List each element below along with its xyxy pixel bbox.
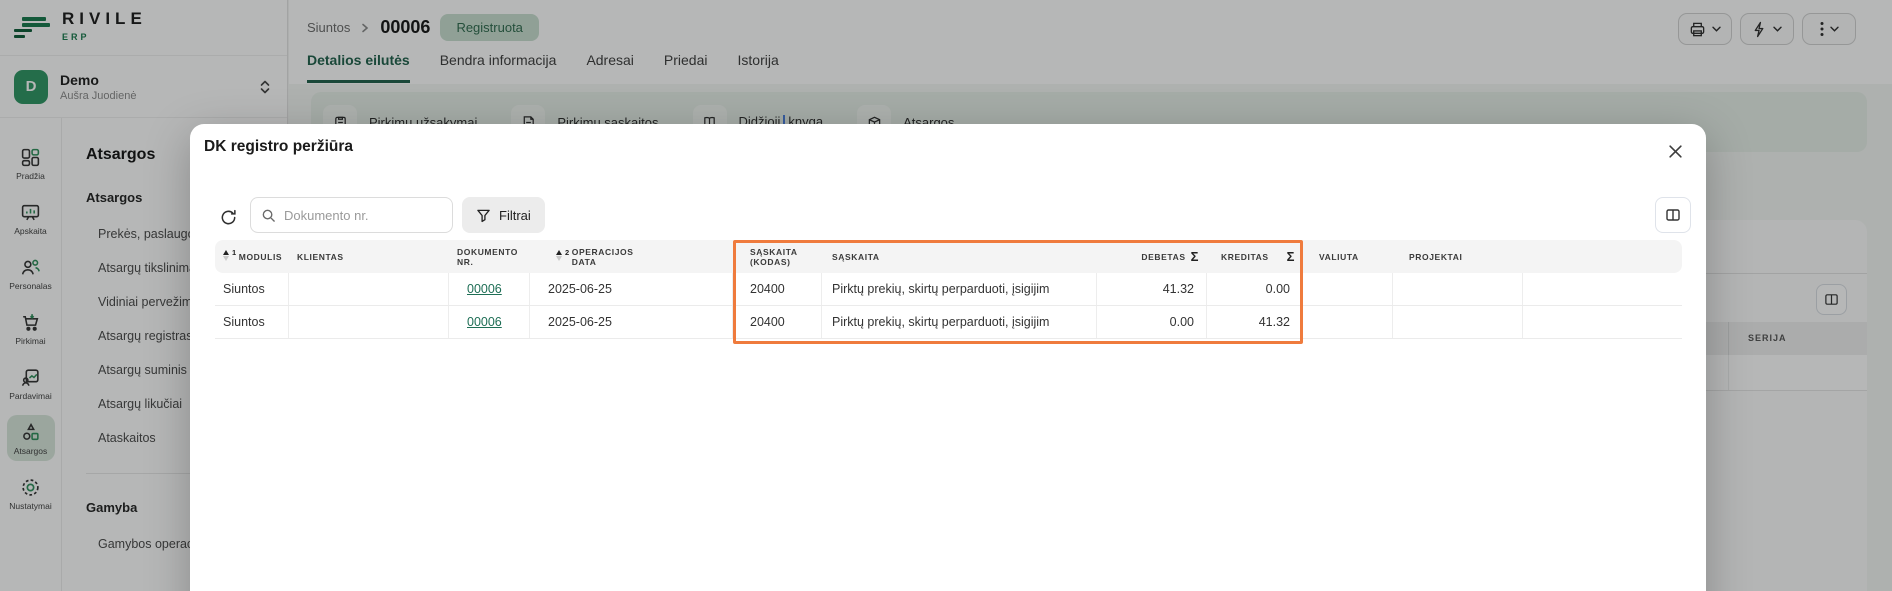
refresh-icon[interactable] [216,205,240,229]
cell-saskaita: Pirktų prekių, skirtų perparduoti, įsigi… [822,273,1097,305]
table-header-row: 1 MODULIS KLIENTAS DOKUMENTO NR. 2 OPERA… [215,240,1682,273]
cell-operacijos-data: 2025-06-25 [530,273,733,305]
cell-modulis: Siuntos [215,273,289,305]
cell-valiuta [1303,273,1393,305]
filter-button[interactable]: Filtrai [462,197,545,233]
column-header-dokumento-nr[interactable]: DOKUMENTO NR. [449,240,530,273]
close-icon[interactable] [1662,138,1688,164]
column-header-saskaita[interactable]: SĄSKAITA [822,240,1097,273]
document-link[interactable]: 00006 [467,315,502,329]
dk-registro-perziura-modal: DK registro peržiūra Filtrai 1 MODULIS K… [190,124,1706,591]
columns-icon[interactable] [1655,197,1691,233]
cell-dokumento-nr: 00006 [449,306,530,338]
cell-dokumento-nr: 00006 [449,273,530,305]
sort-asc-icon [223,250,229,262]
cell-projektai [1393,273,1523,305]
column-header-projektai[interactable]: PROJEKTAI [1393,240,1523,273]
gl-register-table: 1 MODULIS KLIENTAS DOKUMENTO NR. 2 OPERA… [215,240,1682,339]
table-row[interactable]: Siuntos 00006 2025-06-25 20400 Pirktų pr… [215,306,1682,339]
funnel-icon [476,208,491,223]
cell-projektai [1393,306,1523,338]
column-header-modulis[interactable]: 1 MODULIS [215,240,289,273]
sum-icon[interactable]: Σ [1191,252,1199,262]
document-link[interactable]: 00006 [467,282,502,296]
cell-empty [1523,306,1682,338]
search-icon [261,208,276,223]
search-field [250,197,453,233]
cell-debetas: 0.00 [1097,306,1207,338]
sum-icon[interactable]: Σ [1287,252,1295,262]
table-row[interactable]: Siuntos 00006 2025-06-25 20400 Pirktų pr… [215,273,1682,306]
column-header-saskaita-kodas[interactable]: SĄSKAITA (KODAS) [733,240,822,273]
cell-empty [1523,273,1682,305]
cell-saskaita: Pirktų prekių, skirtų perparduoti, įsigi… [822,306,1097,338]
cell-saskaita-kodas: 20400 [733,273,822,305]
cell-klientas [289,306,449,338]
column-header-kreditas[interactable]: KREDITASΣ [1207,240,1303,273]
cell-kreditas: 41.32 [1207,306,1303,338]
column-header-operacijos-data[interactable]: 2 OPERACIJOS DATA [530,240,733,273]
column-header-debetas[interactable]: DEBETASΣ [1097,240,1207,273]
cell-debetas: 41.32 [1097,273,1207,305]
column-header-valiuta[interactable]: VALIUTA [1303,240,1393,273]
cell-kreditas: 0.00 [1207,273,1303,305]
cell-klientas [289,273,449,305]
column-header-empty [1523,240,1682,273]
cell-valiuta [1303,306,1393,338]
search-input[interactable] [284,208,434,223]
cell-modulis: Siuntos [215,306,289,338]
column-header-klientas[interactable]: KLIENTAS [289,240,449,273]
sort-asc-icon [556,250,562,262]
cell-saskaita-kodas: 20400 [733,306,822,338]
cell-operacijos-data: 2025-06-25 [530,306,733,338]
modal-title: DK registro peržiūra [204,138,353,156]
filter-button-label: Filtrai [499,208,531,223]
